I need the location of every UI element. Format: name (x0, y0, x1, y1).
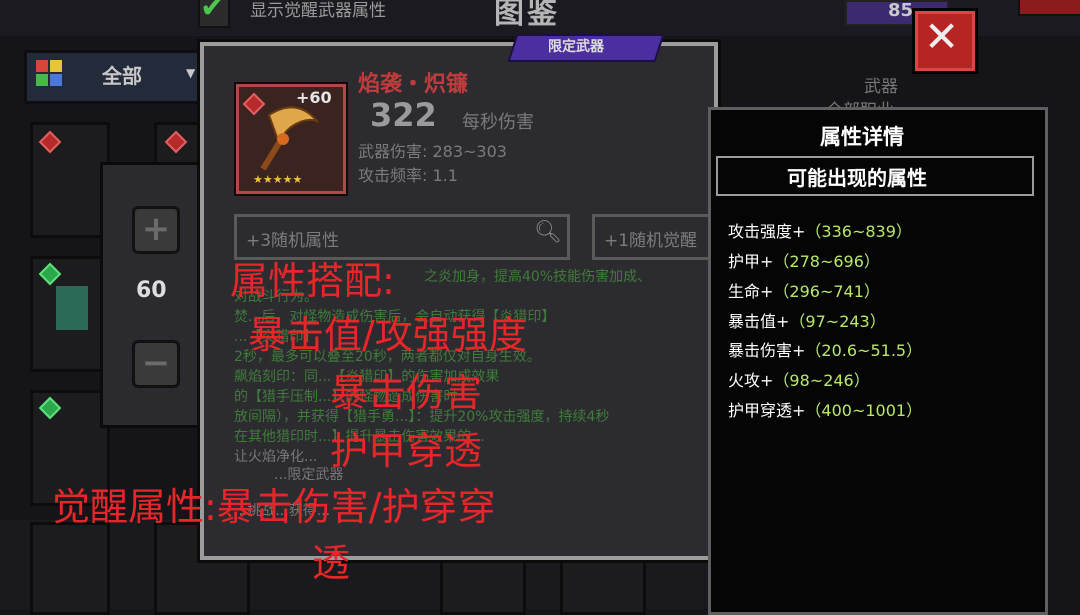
overlay-line-1: 属性搭配: (230, 259, 395, 303)
filter-label: 全部 (102, 64, 142, 88)
enhance-level: +60 (296, 88, 332, 107)
svg-text:★★★★★: ★★★★★ (253, 173, 302, 186)
attribute-range: （20.6~51.5） (805, 341, 923, 360)
attribute-name: 火攻+ (728, 371, 774, 390)
attribute-range: （296~741） (773, 282, 880, 301)
awaken-toggle-label: 显示觉醒武器属性 (250, 1, 386, 21)
dps-label: 每秒伤害 (462, 112, 534, 133)
attribute-name: 攻击强度+ (728, 222, 806, 241)
close-icon: ✕ (924, 12, 960, 61)
overlay-line-3: 暴击伤害 (330, 371, 483, 415)
page-title: 图鉴 (494, 0, 560, 31)
stepper-value: 60 (136, 278, 167, 303)
overlay-line-4: 护甲穿透 (330, 429, 483, 473)
magnifier-icon: 🔍︎ (534, 220, 562, 245)
weapon-slot[interactable] (30, 522, 110, 615)
attribute-panel-title: 属性详情 (820, 125, 904, 149)
corner-button[interactable] (1018, 0, 1080, 16)
attribute-row: 生命+（296~741） (728, 278, 880, 302)
weapon-category: 武器 (864, 77, 898, 97)
increase-button[interactable]: + (132, 206, 180, 254)
overlay-line-2: 暴击值/攻强强度 (248, 313, 527, 357)
grid-color-icon (36, 60, 64, 88)
attribute-name: 生命+ (728, 282, 774, 301)
attribute-name: 暴击值+ (728, 312, 790, 331)
check-icon: ✔ (200, 0, 226, 25)
attribute-range: （336~839） (805, 222, 912, 241)
banner-icon (56, 286, 88, 330)
attribute-range: （98~246） (773, 371, 870, 390)
attribute-name: 暴击伤害+ (728, 341, 806, 360)
attribute-range: （400~1001） (805, 401, 923, 420)
attribute-row: 暴击伤害+（20.6~51.5） (728, 337, 922, 361)
attribute-row: 攻击强度+（336~839） (728, 218, 912, 242)
desc-line: 让火焰净化... (234, 449, 318, 465)
attribute-name: 护甲穿透+ (728, 401, 806, 420)
dps-value: 322 (370, 96, 437, 134)
attribute-row: 暴击值+（97~243） (728, 308, 886, 332)
desc-line: 之炎加身，提高40%技能伤害加成、 (424, 269, 652, 285)
limited-weapon-label: 限定武器 (548, 39, 604, 55)
weapon-damage: 武器伤害: 283~303 (358, 142, 507, 161)
possible-attributes-title: 可能出现的属性 (787, 166, 927, 190)
attribute-range: （278~696） (773, 252, 880, 271)
attack-rate: 攻击频率: 1.1 (358, 166, 458, 185)
attribute-row: 护甲+（278~696） (728, 248, 880, 272)
awaken-attr-label: +1随机觉醒 (604, 231, 698, 251)
weapon-name: 焰袭・炽镰 (358, 72, 469, 97)
attribute-row: 护甲穿透+（400~1001） (728, 397, 922, 421)
attribute-range: （97~243） (789, 312, 886, 331)
attribute-name: 护甲+ (728, 252, 774, 271)
attribute-row: 火攻+（98~246） (728, 367, 870, 391)
decrease-button[interactable]: − (132, 340, 180, 388)
overlay-line-5: 觉醒属性:暴击伤害/护穿穿 (52, 485, 496, 529)
chevron-down-icon: ▼ (186, 66, 196, 80)
overlay-line-6: 透 (312, 541, 351, 585)
random-attr-label: +3随机属性 (246, 231, 340, 251)
currency-value: 85 (888, 0, 914, 21)
